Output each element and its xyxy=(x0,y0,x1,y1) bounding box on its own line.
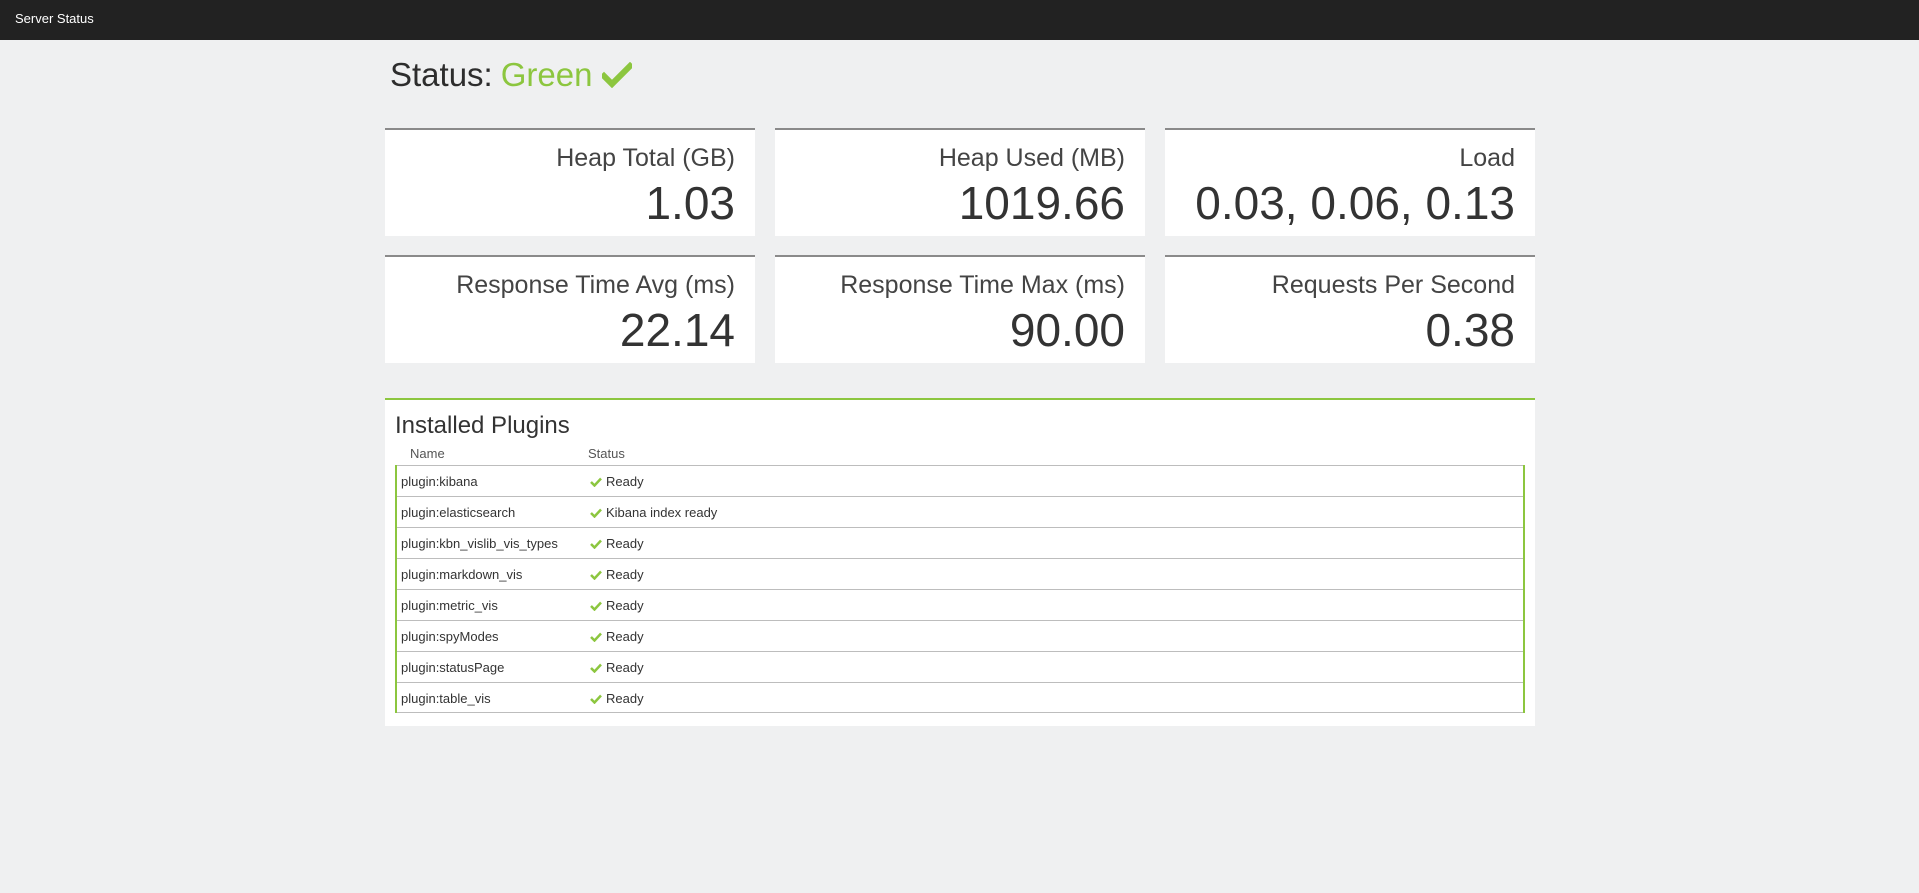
metric-value: 1.03 xyxy=(645,177,735,229)
plugin-status-text: Kibana index ready xyxy=(606,505,718,520)
plugin-name: plugin:kbn_vislib_vis_types xyxy=(401,536,558,551)
metric-heap-total: Heap Total (GB) 1.03 xyxy=(385,128,755,236)
plugins-title: Installed Plugins xyxy=(395,412,570,439)
plugin-status-text: Ready xyxy=(606,536,644,551)
metric-value: 0.38 xyxy=(1425,304,1515,356)
plugin-status: Ready xyxy=(590,474,644,489)
check-icon xyxy=(590,632,602,642)
plugin-status: Ready xyxy=(590,536,644,551)
table-row: plugin:elasticsearch Kibana index ready xyxy=(397,496,1523,527)
metric-label: Response Time Avg (ms) xyxy=(456,271,735,299)
table-row: plugin:markdown_vis Ready xyxy=(397,558,1523,589)
metric-label: Heap Used (MB) xyxy=(938,144,1125,172)
plugin-status-text: Ready xyxy=(606,660,644,675)
metric-value: 1019.66 xyxy=(958,177,1125,229)
plugin-status: Ready xyxy=(590,660,644,675)
table-row: plugin:spyModes Ready xyxy=(397,620,1523,651)
metric-label: Requests Per Second xyxy=(1271,271,1515,299)
check-icon xyxy=(590,694,602,704)
column-header-status: Status xyxy=(588,446,625,461)
plugin-status-text: Ready xyxy=(606,567,644,582)
plugin-name: plugin:kibana xyxy=(401,474,478,489)
plugin-status: Kibana index ready xyxy=(590,505,717,520)
table-row: plugin:table_vis Ready xyxy=(397,682,1523,713)
metric-label: Heap Total (GB) xyxy=(556,144,735,172)
plugin-name: plugin:metric_vis xyxy=(401,598,498,613)
check-icon xyxy=(590,477,602,487)
check-icon xyxy=(590,663,602,673)
check-icon xyxy=(590,601,602,611)
metric-heap-used: Heap Used (MB) 1019.66 xyxy=(775,128,1145,236)
table-row: plugin:metric_vis Ready xyxy=(397,589,1523,620)
status-prefix: Status: xyxy=(390,56,493,93)
plugin-status-text: Ready xyxy=(606,474,644,489)
metric-value: 0.03, 0.06, 0.13 xyxy=(1195,177,1515,229)
table-row: plugin:kibana Ready xyxy=(397,465,1523,496)
plugin-status-text: Ready xyxy=(606,629,644,644)
metric-load: Load 0.03, 0.06, 0.13 xyxy=(1165,128,1535,236)
app-title: Server Status xyxy=(15,11,94,26)
metric-response-time-max: Response Time Max (ms) 90.00 xyxy=(775,255,1145,363)
installed-plugins-panel: Installed Plugins Name Status plugin:kib… xyxy=(385,398,1535,726)
plugin-status: Ready xyxy=(590,567,644,582)
table-row: plugin:kbn_vislib_vis_types Ready xyxy=(397,527,1523,558)
metric-label: Response Time Max (ms) xyxy=(840,271,1125,299)
plugin-name: plugin:statusPage xyxy=(401,660,505,675)
plugin-status: Ready xyxy=(590,629,644,644)
column-header-name: Name xyxy=(410,446,445,461)
plugin-name: plugin:spyModes xyxy=(401,629,499,644)
metric-requests-per-second: Requests Per Second 0.38 xyxy=(1165,255,1535,363)
check-icon xyxy=(590,508,602,518)
metric-value: 90.00 xyxy=(1009,304,1125,356)
table-row: plugin:statusPage Ready xyxy=(397,651,1523,682)
plugin-name: plugin:elasticsearch xyxy=(401,505,516,520)
top-navbar: Server Status xyxy=(0,0,1919,40)
metric-value: 22.14 xyxy=(619,304,735,356)
plugin-status: Ready xyxy=(590,691,644,706)
plugin-status: Ready xyxy=(590,598,644,613)
plugin-name: plugin:table_vis xyxy=(401,691,491,706)
status-state: Green xyxy=(500,56,593,93)
check-icon xyxy=(602,62,633,88)
plugin-name: plugin:markdown_vis xyxy=(401,567,523,582)
overall-status-heading: Status: Green xyxy=(390,56,633,94)
plugin-status-text: Ready xyxy=(606,691,644,706)
check-icon xyxy=(590,539,602,549)
check-icon xyxy=(590,570,602,580)
plugin-status-text: Ready xyxy=(606,598,644,613)
metric-response-time-avg: Response Time Avg (ms) 22.14 xyxy=(385,255,755,363)
plugins-table: plugin:kibana Ready plugin:elasticsearch… xyxy=(395,465,1525,713)
metric-label: Load xyxy=(1459,144,1515,172)
